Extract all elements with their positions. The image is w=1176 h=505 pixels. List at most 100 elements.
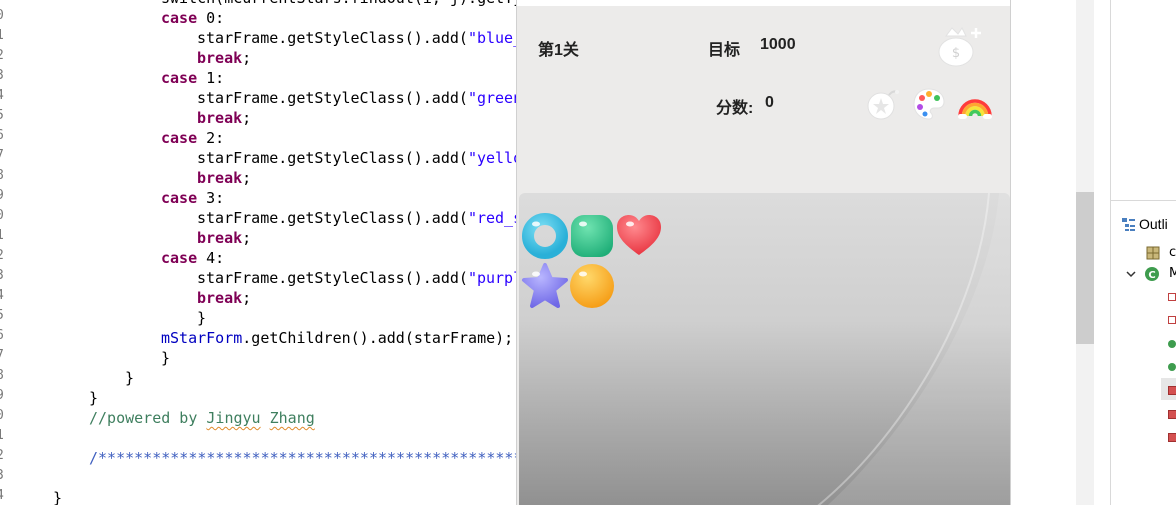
outline-item-label[interactable]: c <box>1169 245 1176 260</box>
chevron-down-icon[interactable] <box>1125 268 1137 280</box>
line-number: 0 <box>0 408 8 423</box>
line-number: 3 <box>0 468 8 483</box>
svg-text:$: $ <box>952 46 960 61</box>
money-bag-add-icon[interactable]: $ <box>932 24 984 68</box>
line-number: 8 <box>0 368 8 383</box>
line-number: 6 <box>0 328 8 343</box>
code-token: break <box>197 169 243 187</box>
code-token: ; <box>242 229 252 247</box>
code-token: 4: <box>197 249 225 267</box>
code-token: "green <box>467 89 523 107</box>
public-method-icon <box>1168 363 1176 371</box>
line-number: 2 <box>0 248 8 263</box>
code-line[interactable]: switch(mCurrentStars.findOut(i, j).getTy… <box>161 0 531 8</box>
outline-panel: Outli c C M <box>1110 0 1176 505</box>
code-line[interactable]: } <box>125 368 134 388</box>
code-token: break <box>197 49 243 67</box>
code-token: } <box>125 369 135 387</box>
rainbow-icon[interactable] <box>957 86 993 122</box>
code-line[interactable]: break; <box>197 228 251 248</box>
class-icon: C <box>1145 267 1159 281</box>
code-token: 1: <box>197 69 225 87</box>
outline-item-label[interactable]: M <box>1169 266 1176 281</box>
code-line[interactable]: } <box>89 388 98 408</box>
line-number: 5 <box>0 308 8 323</box>
code-token: } <box>53 489 63 505</box>
blue-ring-star[interactable] <box>521 212 569 260</box>
purple-star-star[interactable] <box>521 262 569 310</box>
bomb-icon[interactable] <box>865 86 901 122</box>
code-line[interactable]: case 0: <box>161 8 224 28</box>
palette-icon[interactable] <box>911 86 947 122</box>
code-token: case <box>161 189 198 207</box>
code-token: } <box>197 309 207 327</box>
star-board[interactable] <box>519 193 1010 505</box>
code-line[interactable]: starFrame.getStyleClass().add("red_s <box>197 208 522 228</box>
code-token: Zhang <box>269 409 315 427</box>
outline-title[interactable]: Outli <box>1139 216 1168 232</box>
private-method-icon <box>1168 433 1176 442</box>
yellow-ball-star[interactable] <box>568 262 616 310</box>
package-icon <box>1146 246 1160 260</box>
code-line[interactable]: starFrame.getStyleClass().add("yello <box>197 148 522 168</box>
green-square-star[interactable] <box>568 212 616 260</box>
code-token: 3: <box>197 189 225 207</box>
red-heart-star[interactable] <box>615 212 663 260</box>
code-line[interactable]: //powered by Jingyu Zhang <box>89 408 315 428</box>
code-token: starFrame.getStyleClass().add( <box>197 149 468 167</box>
code-token: } <box>161 349 171 367</box>
outline-upper-pane <box>1111 0 1176 201</box>
line-number: 6 <box>0 128 8 143</box>
public-method-icon <box>1168 340 1176 348</box>
target-value: 1000 <box>760 36 796 53</box>
code-line[interactable]: case 2: <box>161 128 224 148</box>
code-token: //powered by <box>89 409 207 427</box>
code-token: break <box>197 289 243 307</box>
editor-scrollbar-thumb[interactable] <box>1076 192 1094 344</box>
line-number: 8 <box>0 168 8 183</box>
code-token: "yello <box>467 149 523 167</box>
code-line[interactable]: starFrame.getStyleClass().add("green <box>197 88 522 108</box>
code-token: ; <box>242 169 252 187</box>
window-title-bar[interactable] <box>517 0 1010 6</box>
code-line[interactable]: case 1: <box>161 68 224 88</box>
code-token: starFrame.getStyleClass().add( <box>197 269 468 287</box>
code-token: ; <box>242 109 252 127</box>
code-token: mStarForm <box>161 329 243 347</box>
code-line[interactable]: case 4: <box>161 248 224 268</box>
code-line[interactable]: break; <box>197 288 251 308</box>
code-line[interactable]: break; <box>197 168 251 188</box>
line-number: 0 <box>0 208 8 223</box>
code-token: starFrame.getStyleClass().add( <box>197 29 468 47</box>
line-number: 1 <box>0 28 8 43</box>
code-line[interactable]: } <box>161 348 170 368</box>
code-line[interactable]: starFrame.getStyleClass().add("purpl <box>197 268 522 288</box>
code-token: starFrame.getStyleClass().add( <box>197 209 468 227</box>
code-token: Jingyu <box>206 409 261 427</box>
line-number: 1 <box>0 228 8 243</box>
private-method-icon <box>1168 410 1176 419</box>
code-line[interactable]: } <box>197 308 206 328</box>
private-field-icon <box>1168 293 1176 301</box>
code-line[interactable]: starFrame.getStyleClass().add("blue_ <box>197 28 522 48</box>
line-number: 3 <box>0 268 8 283</box>
code-token: case <box>161 69 198 87</box>
code-line[interactable]: break; <box>197 48 251 68</box>
code-token: ; <box>242 289 252 307</box>
outline-view-icon <box>1122 218 1135 231</box>
code-line[interactable]: } <box>53 488 62 505</box>
line-number: 4 <box>0 88 8 103</box>
code-token: ; <box>242 49 252 67</box>
score-label: 分数: <box>716 100 754 117</box>
code-token: "blue_ <box>467 29 523 47</box>
line-number: 4 <box>0 488 8 503</box>
code-line[interactable]: mStarForm.getChildren().add(starFrame); <box>161 328 513 348</box>
line-number: 9 <box>0 388 8 403</box>
code-line[interactable]: case 3: <box>161 188 224 208</box>
code-line[interactable]: break; <box>197 108 251 128</box>
private-field-icon <box>1168 316 1176 324</box>
line-number: 0 <box>0 8 8 23</box>
code-token: break <box>197 229 243 247</box>
line-number: 2 <box>0 448 8 463</box>
